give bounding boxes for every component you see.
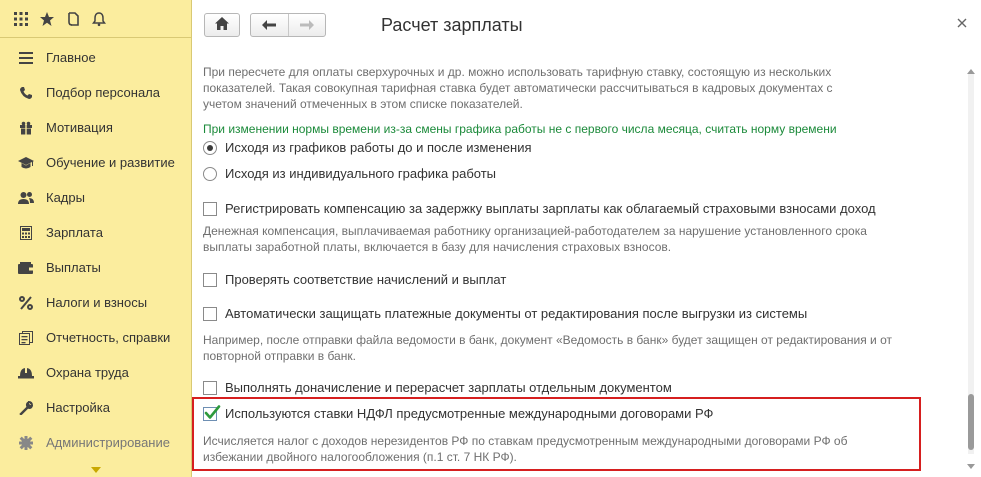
history-icon[interactable] xyxy=(60,7,86,31)
checkbox-protect-docs[interactable] xyxy=(203,306,217,321)
calculator-icon xyxy=(18,225,34,241)
radio-row-before-after[interactable]: Исходя из графиков работы до и после изм… xyxy=(203,140,532,155)
sidebar-item-label: Мотивация xyxy=(46,120,113,135)
tariff-rate-note: При пересчете для оплаты сверхурочных и … xyxy=(203,64,833,112)
checkbox-row-separate-doc[interactable]: Выполнять доначисление и перерасчет зарп… xyxy=(203,380,672,395)
sidebar-item-administration[interactable]: Администрирование xyxy=(0,425,191,460)
checkbox-compensation[interactable] xyxy=(203,201,217,216)
norm-time-heading: При изменении нормы времени из-за смены … xyxy=(203,122,837,136)
scrollbar-thumb[interactable] xyxy=(968,394,974,450)
radio-label: Исходя из индивидуального графика работы xyxy=(225,166,497,181)
checkbox-label: Регистрировать компенсацию за задержку в… xyxy=(225,201,876,216)
checkbox-row-compensation[interactable]: Регистрировать компенсацию за задержку в… xyxy=(203,201,876,216)
protect-docs-note: Например, после отправки файла ведомости… xyxy=(203,332,892,364)
close-icon[interactable] xyxy=(957,16,967,31)
sidebar-item-label: Администрирование xyxy=(46,435,170,450)
back-button[interactable] xyxy=(251,14,288,36)
form-header: Расчет зарплаты xyxy=(193,0,981,50)
checkbox-label: Проверять соответствие начислений и выпл… xyxy=(225,272,507,287)
sidebar-item-label: Выплаты xyxy=(46,260,101,275)
graduation-cap-icon xyxy=(18,155,34,171)
wallet-icon xyxy=(18,260,34,276)
checkbox-label: Выполнять доначисление и перерасчет зарп… xyxy=(225,380,672,395)
sidebar-item-label: Обучение и развитие xyxy=(46,155,175,170)
sidebar-item-personnel[interactable]: Кадры xyxy=(0,180,191,215)
sidebar-item-label: Кадры xyxy=(46,190,85,205)
highlight-frame xyxy=(192,397,921,471)
sidebar-item-label: Отчетность, справки xyxy=(46,330,171,345)
sidebar-item-label: Настройка xyxy=(46,400,110,415)
reports-icon xyxy=(18,330,34,346)
scroll-down-icon[interactable] xyxy=(967,458,975,473)
people-icon xyxy=(18,190,34,206)
checkbox-row-check-accruals[interactable]: Проверять соответствие начислений и выпл… xyxy=(203,272,506,287)
home-icon xyxy=(215,17,229,33)
sidebar-item-recruiting[interactable]: Подбор персонала xyxy=(0,75,191,110)
sidebar-item-label: Главное xyxy=(46,50,96,65)
sidebar-item-label: Налоги и взносы xyxy=(46,295,148,310)
sidebar-item-label: Зарплата xyxy=(46,225,103,240)
helmet-icon xyxy=(18,365,34,381)
note-line: Денежная компенсация, выплачиваемая рабо… xyxy=(203,224,867,238)
forward-button[interactable] xyxy=(287,14,325,36)
sidebar-item-salary[interactable]: Зарплата xyxy=(0,215,191,250)
sidebar-item-label: Охрана труда xyxy=(46,365,129,380)
radio-label: Исходя из графиков работы до и после изм… xyxy=(225,140,532,155)
sidebar-toolbar xyxy=(0,0,191,38)
radio-individual[interactable] xyxy=(203,166,217,181)
home-button[interactable] xyxy=(204,13,240,37)
compensation-note: Денежная компенсация, выплачиваемая рабо… xyxy=(203,223,867,255)
sidebar-item-label: Подбор персонала xyxy=(46,85,160,100)
note-line: Например, после отправки файла ведомости… xyxy=(203,333,892,347)
sidebar-item-payments[interactable]: Выплаты xyxy=(0,250,191,285)
checkbox-check-accruals[interactable] xyxy=(203,272,217,287)
note-line: выплаты заработной платы, включается в б… xyxy=(203,240,672,254)
star-icon[interactable] xyxy=(34,7,60,31)
radio-row-individual[interactable]: Исходя из индивидуального графика работы xyxy=(203,166,496,181)
history-nav-group xyxy=(250,13,326,37)
gift-icon xyxy=(18,120,34,136)
arrow-right-icon xyxy=(299,18,314,33)
checkbox-separate-doc[interactable] xyxy=(203,380,217,395)
vertical-scrollbar[interactable] xyxy=(965,60,977,470)
sidebar-item-reports[interactable]: Отчетность, справки xyxy=(0,320,191,355)
sidebar-item-training[interactable]: Обучение и развитие xyxy=(0,145,191,180)
phone-icon xyxy=(18,85,34,101)
note-line: учетом значений отмеченных в этом списке… xyxy=(203,97,523,111)
checkbox-label: Автоматически защищать платежные докумен… xyxy=(225,306,808,321)
sidebar-nav: Главное Подбор персонала Мотивация Обуче… xyxy=(0,38,191,460)
checkbox-row-protect-docs[interactable]: Автоматически защищать платежные докумен… xyxy=(203,306,807,321)
sidebar-item-motivation[interactable]: Мотивация xyxy=(0,110,191,145)
apps-grid-icon[interactable] xyxy=(8,7,34,31)
sidebar-item-settings[interactable]: Настройка xyxy=(0,390,191,425)
gear-icon xyxy=(18,435,34,451)
menu-icon xyxy=(18,50,34,66)
arrow-left-icon xyxy=(262,18,277,33)
sidebar-item-taxes[interactable]: Налоги и взносы xyxy=(0,285,191,320)
sidebar-item-labor-safety[interactable]: Охрана труда xyxy=(0,355,191,390)
percent-icon xyxy=(18,295,34,311)
note-line: При пересчете для оплаты сверхурочных и … xyxy=(203,65,832,79)
note-line: повторной отправки в банк. xyxy=(203,349,356,363)
wrench-icon xyxy=(18,400,34,416)
sidebar-item-main[interactable]: Главное xyxy=(0,40,191,75)
note-line: показателей. Такая совокупная тарифная с… xyxy=(203,81,833,95)
sidebar: Главное Подбор персонала Мотивация Обуче… xyxy=(0,0,192,477)
sidebar-scroll-down-icon[interactable] xyxy=(90,462,102,477)
bell-icon[interactable] xyxy=(86,7,112,31)
radio-before-after[interactable] xyxy=(203,140,217,155)
page-title: Расчет зарплаты xyxy=(381,15,523,35)
